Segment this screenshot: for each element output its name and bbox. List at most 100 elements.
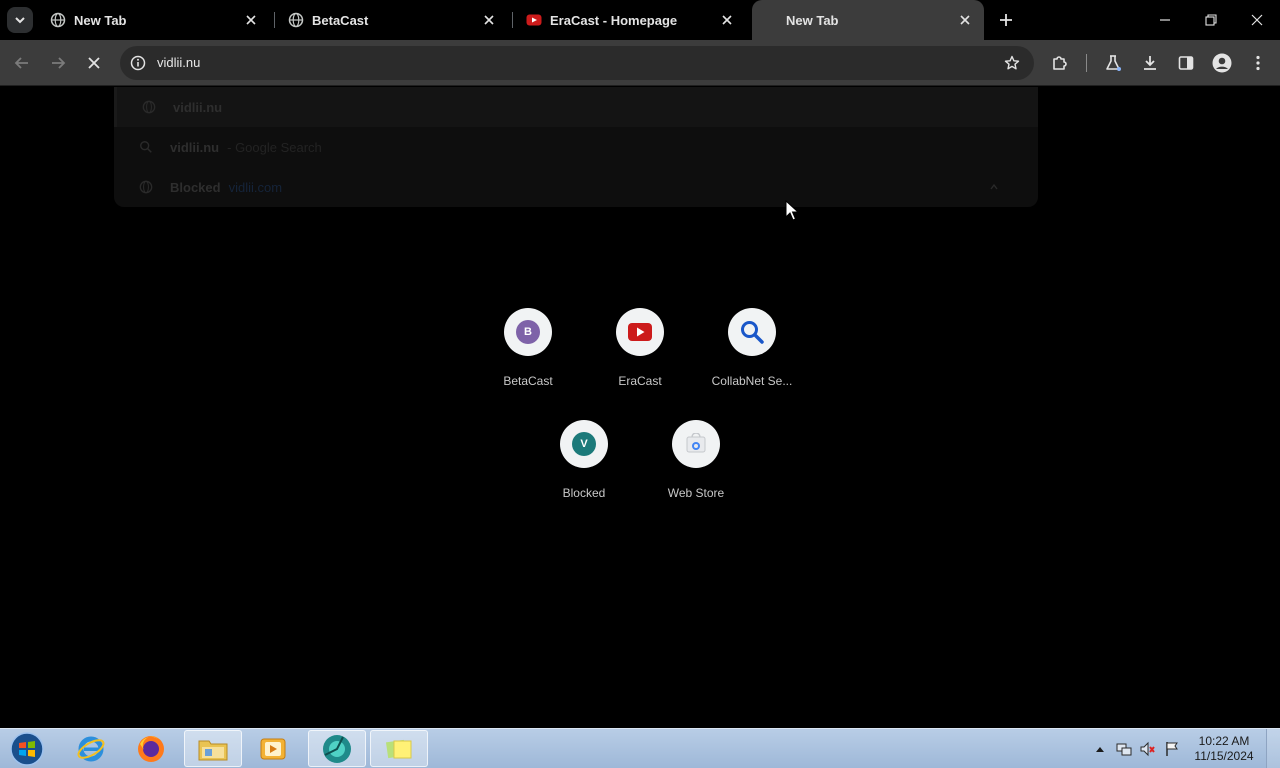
suggestion-text: vidlii.nu [173, 99, 223, 115]
show-desktop-button[interactable] [1266, 729, 1280, 768]
taskbar-firefox[interactable] [122, 730, 180, 767]
close-icon[interactable] [480, 11, 498, 29]
globe-icon [141, 99, 157, 115]
folder-icon [198, 740, 228, 760]
tab-eracast-homepage[interactable]: EraCast - Homepage [516, 0, 746, 40]
shortcut-icon-circle [672, 420, 720, 468]
address-text[interactable]: vidlii.nu [157, 55, 200, 70]
suggestion-item[interactable]: vidlii.nu [114, 87, 1038, 127]
chevron-up-icon[interactable] [1090, 739, 1110, 759]
system-clock[interactable]: 10:22 AM 11/15/2024 [1186, 734, 1262, 764]
avatar-icon [1212, 53, 1232, 73]
shortcut-icon-circle: B [504, 308, 552, 356]
tab-separator [512, 12, 513, 28]
windows-taskbar: 10:22 AM 11/15/2024 [0, 728, 1280, 768]
close-window-button[interactable] [1237, 4, 1277, 36]
omnibox-suggestions: vidlii.nu vidlii.nu - Google Search Bloc… [114, 87, 1038, 207]
close-icon[interactable] [956, 11, 974, 29]
search-icon [138, 139, 154, 155]
profile-button[interactable] [1208, 49, 1236, 77]
shortcut-icon-circle: V [560, 420, 608, 468]
windows-orb-icon [10, 732, 44, 766]
chevron-up-icon[interactable] [986, 179, 1002, 195]
restore-icon [1205, 14, 1217, 26]
tab-title: New Tab [74, 12, 127, 28]
tab-new-tab-active[interactable]: New Tab [752, 0, 984, 40]
arrow-right-icon [52, 57, 66, 69]
internet-explorer-icon [77, 736, 105, 761]
shortcut-eracast[interactable]: EraCast [584, 308, 696, 420]
minimize-icon [1160, 19, 1170, 21]
shortcut-betacast[interactable]: B BetaCast [472, 308, 584, 420]
tab-betacast[interactable]: BetaCast [278, 0, 508, 40]
clock-date: 11/15/2024 [1194, 749, 1254, 763]
letter-avatar-icon: B [516, 320, 540, 344]
suggestion-item[interactable]: Blocked vidlii.com [114, 167, 1038, 207]
shortcut-label: Web Store [667, 486, 725, 500]
info-icon[interactable] [128, 53, 148, 73]
shortcut-icon-circle [728, 308, 776, 356]
suggestion-url: vidlii.com [228, 179, 283, 195]
action-center-flag-icon[interactable] [1162, 739, 1182, 759]
kebab-menu-icon [1256, 55, 1260, 71]
menu-button[interactable] [1244, 49, 1272, 77]
taskbar-sticky-notes[interactable] [370, 730, 428, 767]
close-icon [1251, 14, 1263, 26]
toolbar: vidlii.nu [0, 40, 1280, 86]
globe-icon [288, 12, 304, 28]
web-store-icon [686, 433, 706, 453]
media-player-icon [260, 738, 286, 759]
firefox-icon [138, 735, 164, 762]
play-icon [526, 12, 542, 28]
shortcut-collabnet-search[interactable]: CollabNet Se... [696, 308, 808, 420]
restore-button[interactable] [1191, 4, 1231, 36]
tab-title: EraCast - Homepage [550, 12, 678, 28]
tab-new-tab-1[interactable]: New Tab [40, 0, 270, 40]
downloads-button[interactable] [1136, 49, 1164, 77]
letter-avatar-icon: V [572, 432, 596, 456]
play-icon [628, 323, 652, 341]
taskbar-file-explorer[interactable] [184, 730, 242, 767]
shortcut-blocked[interactable]: V Blocked [528, 420, 640, 532]
address-bar[interactable]: vidlii.nu [120, 46, 1034, 80]
taskbar-browser[interactable] [308, 730, 366, 767]
minimize-button[interactable] [1145, 4, 1185, 36]
tab-separator [274, 12, 275, 28]
clock-time: 10:22 AM [1198, 734, 1250, 748]
tab-search-button[interactable] [7, 7, 33, 33]
side-panel-icon [1178, 56, 1194, 70]
tab-strip: New Tab BetaCast EraCast - Homepage New … [0, 0, 1280, 40]
new-tab-button[interactable] [994, 8, 1018, 32]
toolbar-divider [1086, 54, 1087, 72]
labs-button[interactable] [1099, 49, 1127, 77]
side-panel-button[interactable] [1172, 49, 1200, 77]
close-icon[interactable] [242, 11, 260, 29]
volume-muted-icon[interactable] [1138, 739, 1158, 759]
start-button[interactable] [6, 731, 48, 767]
back-button[interactable] [8, 49, 36, 77]
sticky-notes-icon [385, 739, 412, 758]
shortcut-label: EraCast [618, 374, 662, 388]
network-icon[interactable] [1114, 739, 1134, 759]
shortcut-web-store[interactable]: Web Store [640, 420, 752, 532]
star-icon[interactable] [1002, 53, 1022, 73]
close-icon[interactable] [718, 11, 736, 29]
browser-window: New Tab BetaCast EraCast - Homepage New … [0, 0, 1280, 768]
globe-icon [138, 179, 154, 195]
stop-loading-button[interactable] [80, 49, 108, 77]
taskbar-media-player[interactable] [244, 730, 302, 767]
shortcut-label: BetaCast [503, 374, 553, 388]
puzzle-icon [1053, 56, 1067, 70]
system-tray: 10:22 AM 11/15/2024 [1090, 729, 1280, 768]
shortcut-label: CollabNet Se... [711, 374, 793, 388]
tab-title: BetaCast [312, 12, 369, 28]
search-icon [741, 321, 764, 344]
flask-icon [1106, 55, 1121, 71]
suggestion-text: Blocked [170, 179, 221, 195]
suggestion-item[interactable]: vidlii.nu - Google Search [114, 127, 1038, 167]
arrow-left-icon [14, 57, 28, 69]
taskbar-internet-explorer[interactable] [62, 730, 120, 767]
browser-app-icon [323, 734, 351, 763]
extensions-button[interactable] [1046, 49, 1074, 77]
forward-button[interactable] [44, 49, 72, 77]
